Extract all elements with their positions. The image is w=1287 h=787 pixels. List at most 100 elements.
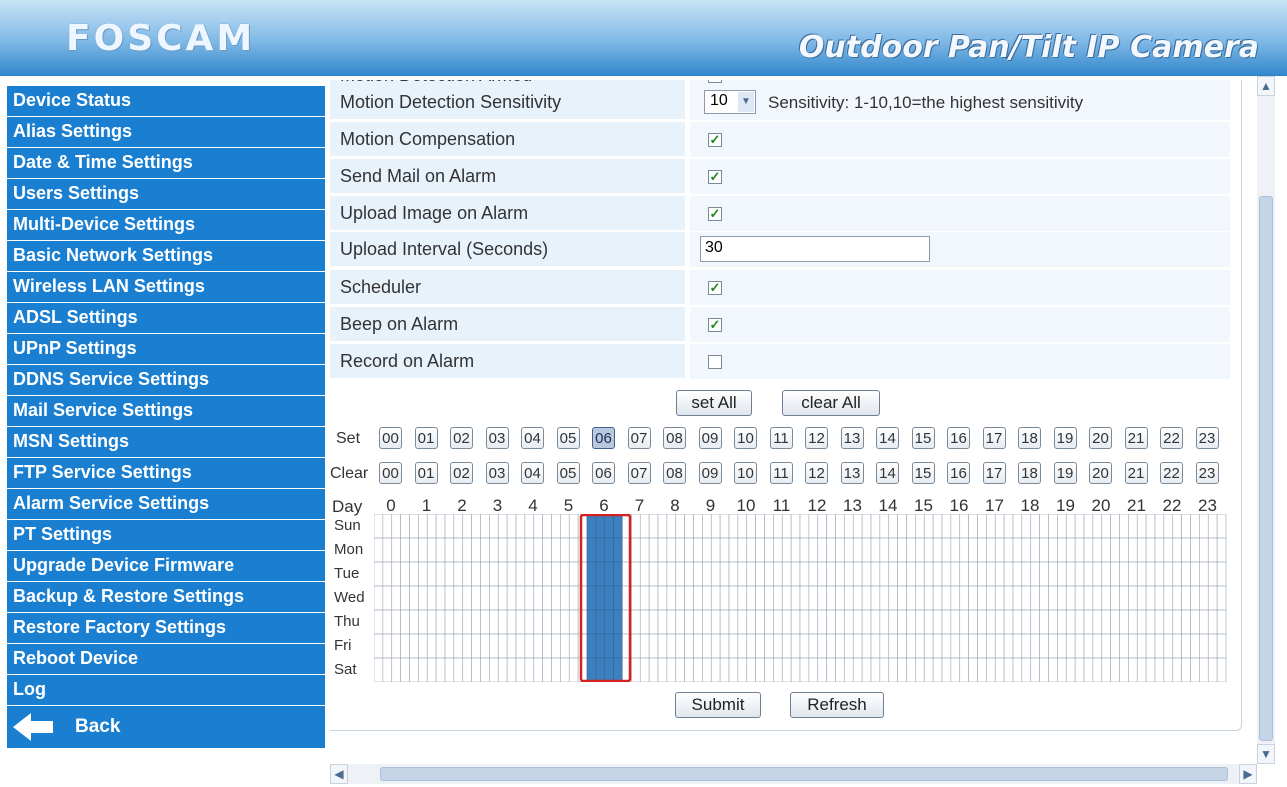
clear-hour-button[interactable]: 19: [1053, 462, 1077, 484]
schedule-cell[interactable]: [986, 633, 996, 659]
schedule-cell[interactable]: [1039, 585, 1049, 611]
schedule-cell[interactable]: [462, 633, 472, 659]
horizontal-scrollbar[interactable]: ◀ ▶: [330, 764, 1257, 784]
schedule-cell[interactable]: [1021, 633, 1032, 659]
schedule-cell[interactable]: [666, 537, 677, 563]
upload-interval-input[interactable]: 30: [700, 236, 930, 262]
schedule-cell[interactable]: [426, 585, 437, 611]
set-hour-button[interactable]: 02: [450, 427, 473, 449]
schedule-cell[interactable]: [657, 514, 668, 539]
schedule-cell[interactable]: [826, 633, 836, 659]
schedule-cell[interactable]: [374, 657, 384, 682]
schedule-cell[interactable]: [1154, 633, 1165, 659]
schedule-cell[interactable]: [1128, 633, 1138, 659]
schedule-grid[interactable]: [374, 514, 1232, 682]
schedule-cell[interactable]: [932, 537, 943, 563]
schedule-cell[interactable]: [1065, 657, 1076, 682]
schedule-cell[interactable]: [764, 514, 774, 539]
schedule-cell[interactable]: [1119, 561, 1129, 587]
schedule-cell[interactable]: [524, 633, 535, 659]
schedule-cell[interactable]: [613, 633, 623, 659]
schedule-cell[interactable]: [675, 585, 685, 611]
set-hour-button[interactable]: 17: [982, 427, 1006, 449]
clear-hour-button[interactable]: 00: [379, 462, 402, 484]
back-button[interactable]: Back: [7, 706, 325, 748]
schedule-cell[interactable]: [586, 514, 597, 539]
schedule-cell[interactable]: [497, 514, 508, 539]
schedule-cell[interactable]: [631, 633, 641, 659]
schedule-cell[interactable]: [489, 609, 499, 635]
sidebar-item[interactable]: Restore Factory Settings: [7, 613, 325, 644]
set-hour-button[interactable]: 11: [769, 427, 793, 449]
schedule-cell[interactable]: [897, 537, 907, 563]
schedule-cell[interactable]: [374, 561, 384, 587]
set-hour-button[interactable]: 19: [1053, 427, 1077, 449]
schedule-cell[interactable]: [1136, 585, 1147, 611]
schedule-cell[interactable]: [817, 561, 827, 587]
schedule-cell[interactable]: [826, 537, 836, 563]
schedule-cell[interactable]: [906, 514, 916, 539]
schedule-cell[interactable]: [755, 514, 765, 539]
clear-hour-button[interactable]: 01: [414, 462, 438, 484]
schedule-cell[interactable]: [835, 657, 845, 682]
schedule-cell[interactable]: [533, 537, 543, 563]
schedule-cell[interactable]: [426, 514, 437, 539]
schedule-cell[interactable]: [1154, 609, 1165, 635]
schedule-cell[interactable]: [1145, 514, 1156, 539]
clear-hour-button[interactable]: 05: [556, 462, 580, 484]
schedule-cell[interactable]: [400, 633, 410, 659]
schedule-cell[interactable]: [1083, 657, 1094, 682]
schedule-cell[interactable]: [506, 657, 517, 682]
schedule-cell[interactable]: [666, 657, 677, 682]
schedule-cell[interactable]: [746, 633, 756, 659]
schedule-cell[interactable]: [764, 609, 774, 635]
schedule-cell[interactable]: [1172, 561, 1182, 587]
schedule-cell[interactable]: [1181, 585, 1191, 611]
schedule-cell[interactable]: [568, 537, 579, 563]
schedule-cell[interactable]: [906, 561, 916, 587]
schedule-cell[interactable]: [551, 609, 561, 635]
schedule-cell[interactable]: [1057, 633, 1067, 659]
schedule-cell[interactable]: [693, 609, 703, 635]
set-hour-button[interactable]: 23: [1195, 427, 1219, 449]
schedule-cell[interactable]: [1119, 514, 1129, 539]
schedule-cell[interactable]: [515, 561, 526, 587]
schedule-cell[interactable]: [906, 537, 916, 563]
schedule-cell[interactable]: [462, 561, 472, 587]
schedule-cell[interactable]: [1065, 561, 1076, 587]
schedule-cell[interactable]: [702, 609, 712, 635]
schedule-cell[interactable]: [382, 633, 393, 659]
schedule-cell[interactable]: [728, 514, 739, 539]
schedule-cell[interactable]: [959, 609, 969, 635]
schedule-cell[interactable]: [453, 537, 464, 563]
schedule-cell[interactable]: [844, 537, 854, 563]
schedule-cell[interactable]: [977, 537, 987, 563]
sidebar-item[interactable]: Date & Time Settings: [7, 148, 325, 179]
schedule-cell[interactable]: [471, 537, 481, 563]
motion-armed-checkbox[interactable]: [708, 80, 722, 83]
schedule-cell[interactable]: [577, 633, 588, 659]
schedule-cell[interactable]: [515, 657, 526, 682]
schedule-cell[interactable]: [1092, 633, 1103, 659]
schedule-cell[interactable]: [542, 514, 552, 539]
schedule-cell[interactable]: [1083, 585, 1094, 611]
schedule-cell[interactable]: [374, 514, 384, 539]
schedule-cell[interactable]: [959, 537, 969, 563]
schedule-cell[interactable]: [808, 537, 819, 563]
schedule-cell[interactable]: [950, 537, 961, 563]
schedule-cell[interactable]: [418, 561, 428, 587]
schedule-cell[interactable]: [604, 633, 614, 659]
schedule-cell[interactable]: [489, 537, 499, 563]
schedule-cell[interactable]: [533, 514, 543, 539]
schedule-cell[interactable]: [1154, 657, 1165, 682]
schedule-cell[interactable]: [1163, 609, 1174, 635]
schedule-cell[interactable]: [444, 514, 455, 539]
schedule-cell[interactable]: [932, 633, 943, 659]
schedule-cell[interactable]: [613, 537, 623, 563]
schedule-cell[interactable]: [968, 585, 978, 611]
schedule-cell[interactable]: [675, 514, 685, 539]
schedule-cell[interactable]: [1119, 585, 1129, 611]
schedule-cell[interactable]: [755, 537, 765, 563]
schedule-cell[interactable]: [1110, 657, 1120, 682]
schedule-cell[interactable]: [1003, 657, 1014, 682]
